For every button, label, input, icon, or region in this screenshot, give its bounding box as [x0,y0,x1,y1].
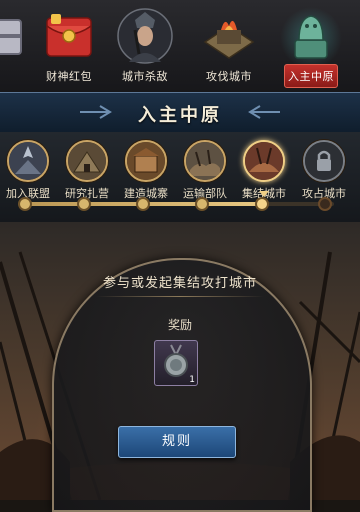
tab-city-kill[interactable]: 城市杀敌 [112,4,178,88]
step-build-fortress[interactable]: 建造城寨 [118,140,174,201]
progress-node [318,197,332,211]
step-icon-frame [303,140,345,182]
step-join-alliance[interactable]: 加入联盟 [0,140,56,201]
tab-red-envelope[interactable]: 财神红包 [36,4,102,88]
warrior-portrait-icon [117,8,173,64]
tab-gift-chest[interactable] [0,4,36,88]
tab-label: 攻伐城市 [206,70,252,83]
step-icon-frame [7,140,49,182]
red-envelope-icon [46,14,92,57]
transport-troops-icon [186,142,224,180]
title-banner: 入主中原 [0,92,360,134]
tab-label: 城市杀敌 [122,70,168,83]
alliance-icon [9,142,47,180]
progress-bar [18,202,334,206]
current-step-pointer-icon [259,191,269,197]
jade-seal-icon [294,15,328,59]
event-tab-bar: 财神红包 城市杀敌 攻伐城市 入主中原 [0,0,360,94]
page-title: 入主中原 [138,105,222,126]
progress-node [195,197,209,211]
fortress-icon [127,142,165,180]
tab-label: 入主中原 [288,70,334,83]
reward-item-slot[interactable]: 1 [154,340,198,386]
camp-research-icon [68,142,106,180]
step-transport-troops[interactable]: 运输部队 [177,140,233,201]
progress-node [18,197,32,211]
step-icon-frame [184,140,226,182]
gift-chest-icon [0,19,22,55]
right-ornament-icon [248,105,280,119]
lock-icon [305,142,343,180]
rules-button[interactable]: 规则 [118,426,236,458]
step-icon-frame [66,140,108,182]
step-research-camp[interactable]: 研究扎营 [59,140,115,201]
progress-node [136,197,150,211]
tab-enter-central-plains[interactable]: 入主中原 [278,4,344,88]
title-divider [96,296,264,297]
progress-node-current [255,197,269,211]
step-icon-frame [243,140,285,182]
tab-attack-city[interactable]: 攻伐城市 [196,4,262,88]
reward-count: 1 [189,375,195,385]
tab-label: 财神红包 [46,70,92,83]
progress-node [77,197,91,211]
step-icon-frame [125,140,167,182]
step-progress-section: 加入联盟 研究扎营 建造城寨 运输部队 集结城市 攻占城市 [0,132,360,222]
task-title: 参与或发起集结攻打城市 [102,276,257,291]
rally-city-icon [245,142,283,180]
reward-label: 奖励 [167,318,192,332]
burning-city-icon [203,20,255,59]
step-capture-city[interactable]: 攻占城市 [296,140,352,201]
